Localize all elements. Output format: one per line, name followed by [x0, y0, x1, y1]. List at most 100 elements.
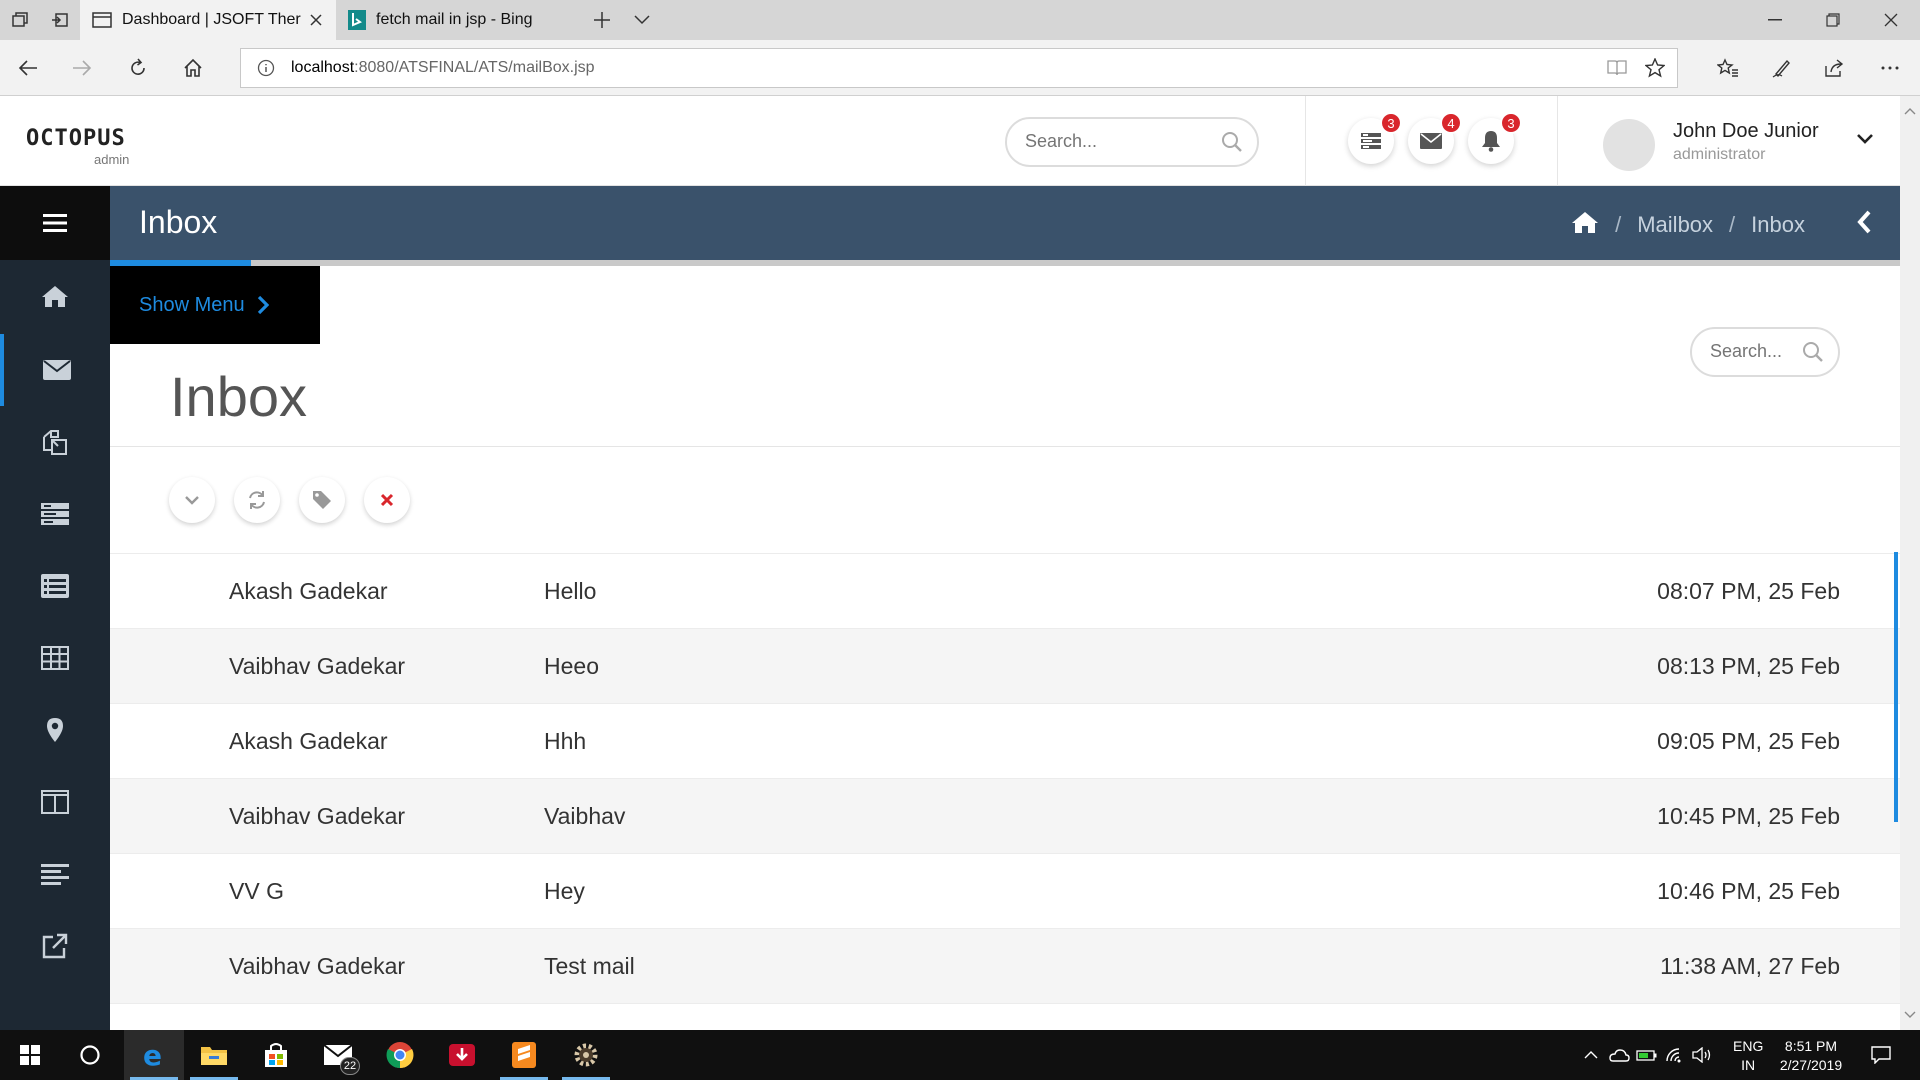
site-info-icon[interactable] — [257, 59, 275, 82]
tasks-button[interactable]: 3 — [1348, 112, 1402, 164]
reading-view-icon[interactable] — [1607, 59, 1627, 82]
windows-start-icon[interactable] — [0, 1030, 60, 1080]
tab-preview-chevron-icon[interactable] — [622, 0, 662, 40]
home-icon[interactable] — [173, 48, 213, 88]
app-logo[interactable]: OCTOPUS — [26, 126, 126, 151]
external-link-icon — [42, 933, 68, 959]
mail-count-badge: 22 — [340, 1057, 360, 1075]
share-icon[interactable] — [1813, 48, 1857, 88]
cortana-icon[interactable] — [60, 1030, 120, 1080]
mail-search-input[interactable] — [1710, 341, 1810, 362]
tab-title: fetch mail in jsp - Bing — [376, 11, 533, 28]
volume-icon[interactable] — [1690, 1030, 1716, 1080]
sidebar-item-external-link[interactable] — [0, 910, 110, 982]
browser-address-bar: localhost:8080/ATSFINAL/ATS/mailBox.jsp — [0, 40, 1920, 96]
battery-icon[interactable] — [1634, 1030, 1660, 1080]
minimize-icon[interactable] — [1746, 0, 1804, 40]
favorites-list-icon[interactable] — [1706, 48, 1750, 88]
search-icon[interactable] — [1221, 131, 1243, 158]
mail-row[interactable]: Vaibhav Gadekar Vaibhav 10:45 PM, 25 Feb — [110, 779, 1900, 854]
more-options-icon[interactable] — [1868, 48, 1912, 88]
favorite-star-icon[interactable] — [1644, 57, 1666, 83]
download-manager-icon[interactable] — [432, 1030, 492, 1080]
mail-sender: Vaibhav Gadekar — [229, 653, 406, 679]
page-title: Inbox — [139, 204, 218, 240]
store-icon[interactable] — [246, 1030, 306, 1080]
mail-row[interactable]: Vaibhav Gadekar Test mail 11:38 AM, 27 F… — [110, 929, 1900, 1004]
tab-bing[interactable]: fetch mail in jsp - Bing — [336, 0, 582, 40]
header-search-input[interactable] — [1025, 131, 1215, 152]
refresh-button[interactable] — [234, 477, 280, 523]
window-close-icon[interactable] — [1862, 0, 1920, 40]
sidebar-item-pages[interactable] — [0, 406, 110, 478]
chrome-icon[interactable] — [370, 1030, 430, 1080]
mail-list-scrollbar[interactable] — [1894, 552, 1898, 822]
sidebar-item-forms[interactable] — [0, 550, 110, 622]
sidebar — [0, 186, 110, 1030]
mail-row[interactable]: VV G Hey 10:46 PM, 25 Feb — [110, 854, 1900, 929]
sidebar-item-menu-levels[interactable] — [0, 838, 110, 910]
system-clock[interactable]: 8:51 PM 2/27/2019 — [1770, 1037, 1852, 1075]
mail-row[interactable]: Akash Gadekar Hhh 09:05 PM, 25 Feb — [110, 704, 1900, 779]
sidebar-item-mailbox[interactable] — [0, 334, 110, 406]
select-dropdown-button[interactable] — [169, 477, 215, 523]
url-input[interactable]: localhost:8080/ATSFINAL/ATS/mailBox.jsp — [240, 48, 1678, 88]
mail-sender: Vaibhav Gadekar — [229, 953, 406, 979]
edge-icon[interactable]: e — [124, 1030, 184, 1080]
logo-subtitle: admin — [94, 152, 130, 167]
mail-search — [1690, 327, 1840, 377]
tab-manager-icon[interactable] — [0, 0, 40, 40]
scroll-up-icon[interactable] — [1904, 102, 1916, 120]
sidebar-toggle[interactable] — [0, 186, 110, 260]
pen-notes-icon[interactable] — [1760, 48, 1804, 88]
sidebar-item-maps[interactable] — [0, 694, 110, 766]
breadcrumb-mailbox[interactable]: Mailbox — [1637, 212, 1713, 238]
tag-button[interactable] — [299, 477, 345, 523]
forward-arrow-icon[interactable] — [62, 48, 102, 88]
page-scrollbar[interactable] — [1900, 96, 1920, 1030]
mail-sender: VV G — [229, 878, 284, 904]
chevron-left-icon[interactable] — [1856, 210, 1872, 239]
input-language[interactable]: ENG IN — [1733, 1037, 1763, 1075]
alerts-button[interactable]: 3 — [1468, 112, 1522, 164]
mail-row[interactable]: Vaibhav Gadekar Heeo 08:13 PM, 25 Feb — [110, 629, 1900, 704]
settings-gear-icon[interactable] — [556, 1030, 616, 1080]
set-aside-tabs-icon[interactable] — [40, 0, 80, 40]
new-tab-icon[interactable] — [582, 0, 622, 40]
sidebar-item-ui-elements[interactable] — [0, 478, 110, 550]
mail-date: 08:07 PM, 25 Feb — [1657, 578, 1840, 604]
wifi-icon[interactable] — [1662, 1030, 1688, 1080]
restore-icon[interactable] — [1804, 0, 1862, 40]
show-menu-button[interactable]: Show Menu — [110, 266, 320, 344]
tag-icon — [313, 491, 331, 509]
sidebar-item-layouts[interactable] — [0, 766, 110, 838]
close-icon[interactable] — [306, 10, 326, 30]
file-explorer-icon[interactable] — [184, 1030, 244, 1080]
chevron-down-icon — [185, 496, 199, 505]
avatar[interactable] — [1603, 119, 1655, 171]
search-icon[interactable] — [1802, 341, 1824, 368]
inbox-heading: Inbox — [170, 365, 307, 428]
action-center-icon[interactable] — [1866, 1030, 1896, 1080]
sidebar-item-dashboard[interactable] — [0, 260, 110, 332]
user-name[interactable]: John Doe Junior — [1673, 120, 1819, 143]
scroll-down-icon[interactable] — [1904, 1006, 1916, 1024]
chevron-down-icon[interactable] — [1856, 132, 1874, 150]
mail-row[interactable]: Akash Gadekar Hello 08:07 PM, 25 Feb — [110, 554, 1900, 629]
mail-app-icon[interactable]: 22 — [308, 1030, 368, 1080]
sidebar-item-tables[interactable] — [0, 622, 110, 694]
refresh-icon[interactable] — [118, 48, 158, 88]
mail-date: 11:38 AM, 27 Feb — [1660, 953, 1840, 979]
mail-subject: Test mail — [544, 953, 635, 979]
align-left-icon — [41, 864, 69, 885]
tab-dashboard[interactable]: Dashboard | JSOFT Ther — [80, 0, 336, 40]
delete-button[interactable] — [364, 477, 410, 523]
bell-icon — [1482, 131, 1500, 152]
show-hidden-icons-icon[interactable] — [1578, 1030, 1604, 1080]
onedrive-icon[interactable] — [1606, 1030, 1632, 1080]
messages-button[interactable]: 4 — [1408, 112, 1462, 164]
breadcrumb-home-icon[interactable] — [1571, 210, 1599, 240]
sublime-text-icon[interactable] — [494, 1030, 554, 1080]
mail-subject: Heeo — [544, 653, 599, 679]
back-arrow-icon[interactable] — [8, 48, 48, 88]
